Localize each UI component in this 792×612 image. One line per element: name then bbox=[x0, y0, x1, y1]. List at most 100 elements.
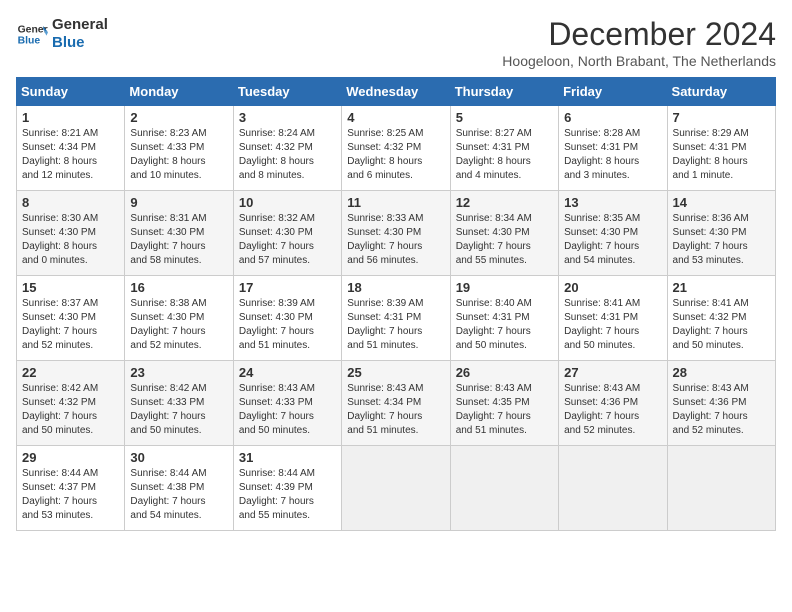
month-title: December 2024 bbox=[502, 16, 776, 53]
svg-text:Blue: Blue bbox=[18, 36, 41, 47]
cell-info: Sunrise: 8:44 AMSunset: 4:39 PMDaylight:… bbox=[239, 467, 336, 523]
day-number: 24 bbox=[239, 365, 336, 380]
cell-info: Sunrise: 8:35 AMSunset: 4:30 PMDaylight:… bbox=[564, 212, 661, 268]
day-number: 16 bbox=[130, 280, 227, 295]
logo-icon: General Blue bbox=[16, 18, 48, 50]
cell-info: Sunrise: 8:27 AMSunset: 4:31 PMDaylight:… bbox=[456, 127, 553, 183]
day-number: 17 bbox=[239, 280, 336, 295]
calendar-cell: 25Sunrise: 8:43 AMSunset: 4:34 PMDayligh… bbox=[342, 361, 450, 446]
day-number: 18 bbox=[347, 280, 444, 295]
day-header-tuesday: Tuesday bbox=[233, 78, 341, 106]
calendar-table: SundayMondayTuesdayWednesdayThursdayFrid… bbox=[16, 77, 776, 531]
day-number: 31 bbox=[239, 450, 336, 465]
calendar-cell: 27Sunrise: 8:43 AMSunset: 4:36 PMDayligh… bbox=[559, 361, 667, 446]
day-number: 21 bbox=[673, 280, 770, 295]
cell-info: Sunrise: 8:41 AMSunset: 4:32 PMDaylight:… bbox=[673, 297, 770, 353]
calendar-cell: 21 Sunrise: 8:41 AMSunset: 4:32 PMDayligh… bbox=[667, 276, 775, 361]
day-number: 7 bbox=[673, 110, 770, 125]
cell-info: Sunrise: 8:34 AMSunset: 4:30 PMDaylight:… bbox=[456, 212, 553, 268]
calendar-cell: 22 Sunrise: 8:42 AMSunset: 4:32 PMDayligh… bbox=[17, 361, 125, 446]
week-row-3: 15Sunrise: 8:37 AMSunset: 4:30 PMDayligh… bbox=[17, 276, 776, 361]
cell-info: Sunrise: 8:43 AMSunset: 4:33 PMDaylight:… bbox=[239, 382, 336, 438]
cell-info: Sunrise: 8:21 AMSunset: 4:34 PMDaylight:… bbox=[22, 127, 119, 183]
logo-line2: Blue bbox=[52, 34, 108, 52]
calendar-cell: 23 Sunrise: 8:42 AMSunset: 4:33 PMDayligh… bbox=[125, 361, 233, 446]
cell-info: Sunrise: 8:39 AMSunset: 4:31 PMDaylight:… bbox=[347, 297, 444, 353]
cell-info: Sunrise: 8:44 AMSunset: 4:37 PMDaylight:… bbox=[22, 467, 119, 523]
day-number: 23 bbox=[130, 365, 227, 380]
calendar-cell: 26Sunrise: 8:43 AMSunset: 4:35 PMDayligh… bbox=[450, 361, 558, 446]
cell-info: Sunrise: 8:30 AMSunset: 4:30 PMDaylight:… bbox=[22, 212, 119, 268]
calendar-cell: 1 Sunrise: 8:21 AMSunset: 4:34 PMDaylight… bbox=[17, 106, 125, 191]
day-number: 6 bbox=[564, 110, 661, 125]
cell-info: Sunrise: 8:32 AMSunset: 4:30 PMDaylight:… bbox=[239, 212, 336, 268]
day-number: 19 bbox=[456, 280, 553, 295]
day-header-thursday: Thursday bbox=[450, 78, 558, 106]
cell-info: Sunrise: 8:42 AMSunset: 4:32 PMDaylight:… bbox=[22, 382, 119, 438]
cell-info: Sunrise: 8:40 AMSunset: 4:31 PMDaylight:… bbox=[456, 297, 553, 353]
calendar-cell: 10 Sunrise: 8:32 AMSunset: 4:30 PMDayligh… bbox=[233, 191, 341, 276]
cell-info: Sunrise: 8:29 AMSunset: 4:31 PMDaylight:… bbox=[673, 127, 770, 183]
day-number: 14 bbox=[673, 195, 770, 210]
calendar-cell: 8 Sunrise: 8:30 AMSunset: 4:30 PMDaylight… bbox=[17, 191, 125, 276]
day-number: 26 bbox=[456, 365, 553, 380]
cell-info: Sunrise: 8:44 AMSunset: 4:38 PMDaylight:… bbox=[130, 467, 227, 523]
cell-info: Sunrise: 8:43 AMSunset: 4:34 PMDaylight:… bbox=[347, 382, 444, 438]
title-area: December 2024 Hoogeloon, North Brabant, … bbox=[502, 16, 776, 69]
cell-info: Sunrise: 8:41 AMSunset: 4:31 PMDaylight:… bbox=[564, 297, 661, 353]
day-number: 1 bbox=[22, 110, 119, 125]
header: General Blue General Blue December 2024 … bbox=[16, 16, 776, 69]
day-number: 4 bbox=[347, 110, 444, 125]
day-header-monday: Monday bbox=[125, 78, 233, 106]
day-number: 28 bbox=[673, 365, 770, 380]
week-row-1: 1 Sunrise: 8:21 AMSunset: 4:34 PMDaylight… bbox=[17, 106, 776, 191]
cell-info: Sunrise: 8:38 AMSunset: 4:30 PMDaylight:… bbox=[130, 297, 227, 353]
logo: General Blue General Blue bbox=[16, 16, 108, 52]
calendar-cell: 5 Sunrise: 8:27 AMSunset: 4:31 PMDaylight… bbox=[450, 106, 558, 191]
location-title: Hoogeloon, North Brabant, The Netherland… bbox=[502, 53, 776, 69]
calendar-cell: 31 Sunrise: 8:44 AMSunset: 4:39 PMDayligh… bbox=[233, 446, 341, 531]
day-header-saturday: Saturday bbox=[667, 78, 775, 106]
day-number: 9 bbox=[130, 195, 227, 210]
cell-info: Sunrise: 8:25 AMSunset: 4:32 PMDaylight:… bbox=[347, 127, 444, 183]
table-body: 1 Sunrise: 8:21 AMSunset: 4:34 PMDaylight… bbox=[17, 106, 776, 531]
calendar-cell: 19 Sunrise: 8:40 AMSunset: 4:31 PMDayligh… bbox=[450, 276, 558, 361]
day-number: 15 bbox=[22, 280, 119, 295]
calendar-cell: 30 Sunrise: 8:44 AMSunset: 4:38 PMDayligh… bbox=[125, 446, 233, 531]
day-number: 5 bbox=[456, 110, 553, 125]
calendar-cell: 3Sunrise: 8:24 AMSunset: 4:32 PMDaylight… bbox=[233, 106, 341, 191]
day-number: 10 bbox=[239, 195, 336, 210]
day-number: 20 bbox=[564, 280, 661, 295]
calendar-cell bbox=[450, 446, 558, 531]
cell-info: Sunrise: 8:42 AMSunset: 4:33 PMDaylight:… bbox=[130, 382, 227, 438]
cell-info: Sunrise: 8:31 AMSunset: 4:30 PMDaylight:… bbox=[130, 212, 227, 268]
svg-text:General: General bbox=[18, 24, 48, 35]
day-header-sunday: Sunday bbox=[17, 78, 125, 106]
calendar-cell: 12 Sunrise: 8:34 AMSunset: 4:30 PMDayligh… bbox=[450, 191, 558, 276]
day-number: 22 bbox=[22, 365, 119, 380]
day-header-friday: Friday bbox=[559, 78, 667, 106]
week-row-5: 29Sunrise: 8:44 AMSunset: 4:37 PMDayligh… bbox=[17, 446, 776, 531]
calendar-cell: 29Sunrise: 8:44 AMSunset: 4:37 PMDayligh… bbox=[17, 446, 125, 531]
calendar-cell bbox=[667, 446, 775, 531]
cell-info: Sunrise: 8:43 AMSunset: 4:36 PMDaylight:… bbox=[564, 382, 661, 438]
cell-info: Sunrise: 8:28 AMSunset: 4:31 PMDaylight:… bbox=[564, 127, 661, 183]
day-number: 30 bbox=[130, 450, 227, 465]
calendar-cell: 14Sunrise: 8:36 AMSunset: 4:30 PMDayligh… bbox=[667, 191, 775, 276]
calendar-cell: 17 Sunrise: 8:39 AMSunset: 4:30 PMDayligh… bbox=[233, 276, 341, 361]
day-number: 8 bbox=[22, 195, 119, 210]
calendar-cell: 13Sunrise: 8:35 AMSunset: 4:30 PMDayligh… bbox=[559, 191, 667, 276]
calendar-cell: 18 Sunrise: 8:39 AMSunset: 4:31 PMDayligh… bbox=[342, 276, 450, 361]
cell-info: Sunrise: 8:23 AMSunset: 4:33 PMDaylight:… bbox=[130, 127, 227, 183]
day-number: 3 bbox=[239, 110, 336, 125]
calendar-cell: 4 Sunrise: 8:25 AMSunset: 4:32 PMDaylight… bbox=[342, 106, 450, 191]
cell-info: Sunrise: 8:43 AMSunset: 4:36 PMDaylight:… bbox=[673, 382, 770, 438]
calendar-cell bbox=[559, 446, 667, 531]
day-number: 12 bbox=[456, 195, 553, 210]
calendar-cell: 6 Sunrise: 8:28 AMSunset: 4:31 PMDaylight… bbox=[559, 106, 667, 191]
cell-info: Sunrise: 8:39 AMSunset: 4:30 PMDaylight:… bbox=[239, 297, 336, 353]
calendar-cell: 2 Sunrise: 8:23 AMSunset: 4:33 PMDaylight… bbox=[125, 106, 233, 191]
day-header-wednesday: Wednesday bbox=[342, 78, 450, 106]
week-row-2: 8 Sunrise: 8:30 AMSunset: 4:30 PMDaylight… bbox=[17, 191, 776, 276]
day-number: 2 bbox=[130, 110, 227, 125]
